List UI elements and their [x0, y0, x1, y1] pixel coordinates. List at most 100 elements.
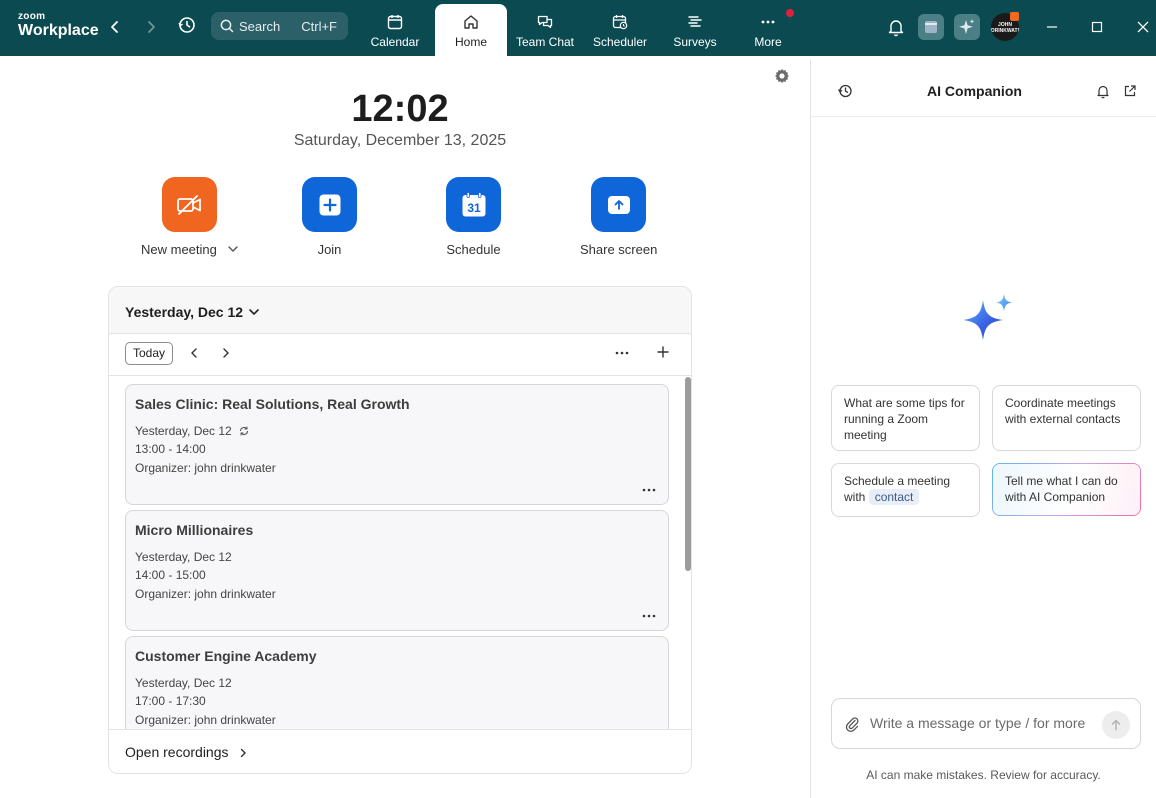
- forward-arrow-icon[interactable]: [140, 16, 162, 38]
- search-label: Search: [239, 19, 281, 34]
- open-recordings-link[interactable]: Open recordings: [109, 729, 691, 773]
- suggestion-card[interactable]: What are some tips for running a Zoom me…: [831, 385, 980, 451]
- meeting-date: Yesterday, Dec 12: [135, 676, 232, 690]
- schedule-button[interactable]: 31 Schedule: [446, 177, 501, 257]
- more-icon: [761, 20, 775, 24]
- calendar-31-icon: 31: [462, 191, 485, 216]
- close-icon[interactable]: [1132, 16, 1154, 38]
- calendar-widget-icon[interactable]: [918, 14, 944, 40]
- plus-icon: [319, 194, 340, 215]
- scheduler-icon: [612, 15, 628, 30]
- contact-chip: contact: [868, 489, 920, 505]
- ai-composer: [831, 698, 1141, 749]
- share-screen-icon: [607, 195, 630, 214]
- new-meeting-tile[interactable]: [162, 177, 218, 232]
- join-button[interactable]: Join: [302, 177, 357, 257]
- meeting-title: Customer Engine Academy: [135, 648, 317, 664]
- settings-gear-icon[interactable]: [772, 66, 792, 86]
- suggestion-card[interactable]: Coordinate meetings with external contac…: [992, 385, 1141, 451]
- meeting-more-icon[interactable]: [641, 482, 657, 492]
- calendar-icon: [387, 15, 403, 30]
- suggestion-card[interactable]: Schedule a meeting with contact: [831, 463, 980, 517]
- share-screen-button[interactable]: Share screen: [580, 177, 657, 257]
- ai-companion-title: AI Companion: [927, 83, 1022, 99]
- schedule-tile[interactable]: 31: [446, 177, 501, 232]
- notification-dot: [786, 9, 794, 17]
- meeting-card[interactable]: Customer Engine Academy Yesterday, Dec 1…: [125, 636, 669, 729]
- schedule-label: Schedule: [446, 242, 501, 257]
- meeting-time: 14:00 - 15:00: [135, 568, 206, 582]
- meeting-time: 13:00 - 14:00: [135, 442, 206, 456]
- avatar-status-badge: [1010, 12, 1019, 21]
- arrow-up-icon: [1111, 719, 1121, 731]
- tab-surveys[interactable]: Surveys: [659, 4, 731, 56]
- history-icon[interactable]: [176, 14, 198, 36]
- send-button[interactable]: [1102, 711, 1130, 739]
- chevron-right-icon: [237, 746, 249, 758]
- suggestion-text: What are some tips for running a Zoom me…: [844, 396, 965, 442]
- meeting-list-scrollbar[interactable]: [685, 377, 691, 571]
- suggestion-card[interactable]: Tell me what I can do with AI Companion: [992, 463, 1141, 516]
- more-options-icon[interactable]: [613, 345, 631, 361]
- chevron-left-icon[interactable]: [186, 345, 202, 361]
- tab-team-chat-label: Team Chat: [515, 35, 575, 49]
- meeting-title: Micro Millionaires: [135, 522, 254, 538]
- ai-sparkle-icon[interactable]: [954, 14, 980, 40]
- today-button[interactable]: Today: [125, 342, 173, 365]
- tab-calendar[interactable]: Calendar: [359, 4, 431, 56]
- suggestion-text: Coordinate meetings with external contac…: [1005, 396, 1121, 426]
- calendar-toolbar: Today: [109, 334, 691, 376]
- chat-icon: [537, 15, 553, 29]
- share-screen-label: Share screen: [580, 242, 658, 257]
- join-label: Join: [317, 242, 342, 257]
- bell-icon[interactable]: [1095, 83, 1111, 99]
- maximize-icon[interactable]: [1086, 16, 1108, 38]
- tab-scheduler[interactable]: Scheduler: [584, 4, 656, 56]
- bell-icon[interactable]: [883, 14, 909, 40]
- zoom-workplace-logo: zoom Workplace: [18, 11, 99, 40]
- search-box[interactable]: Search Ctrl+F: [211, 12, 348, 40]
- tab-home[interactable]: Home: [435, 4, 507, 56]
- clock-time: 12:02: [351, 88, 449, 130]
- recurring-icon: [239, 426, 248, 436]
- pop-out-icon[interactable]: [1122, 83, 1138, 99]
- chevron-down-icon[interactable]: [248, 305, 260, 317]
- calendar-panel: Yesterday, Dec 12 Today Sales Clinic: Re…: [108, 286, 692, 774]
- tab-calendar-label: Calendar: [370, 35, 420, 49]
- meeting-organizer: Organizer: john drinkwater: [135, 461, 276, 475]
- attachment-icon[interactable]: [844, 715, 860, 733]
- meeting-title: Sales Clinic: Real Solutions, Real Growt…: [135, 396, 410, 412]
- top-bar: zoom Workplace Search Ctrl+F Calendar Ho…: [0, 0, 1156, 56]
- panel-divider: [810, 60, 811, 798]
- back-arrow-icon[interactable]: [104, 16, 126, 38]
- tab-surveys-label: Surveys: [673, 35, 717, 49]
- calendar-day-number: 31: [467, 201, 481, 215]
- logo-bottom-text: Workplace: [18, 22, 99, 39]
- meeting-organizer: Organizer: john drinkwater: [135, 587, 276, 601]
- logo-top-text: zoom: [18, 11, 46, 22]
- avatar-text: JOHN DRINKWATER: [991, 22, 1019, 34]
- minimize-icon[interactable]: [1041, 16, 1063, 38]
- chevron-down-icon[interactable]: [227, 244, 239, 254]
- meeting-list: Sales Clinic: Real Solutions, Real Growt…: [109, 377, 691, 729]
- tab-scheduler-label: Scheduler: [592, 35, 648, 49]
- tab-team-chat[interactable]: Team Chat: [509, 4, 581, 56]
- clock-date: Saturday, December 13, 2025: [293, 132, 507, 149]
- meeting-organizer: Organizer: john drinkwater: [135, 713, 276, 727]
- add-event-icon[interactable]: [655, 344, 671, 360]
- chevron-right-icon[interactable]: [218, 345, 234, 361]
- ai-sparkle-logo-icon: [956, 292, 1016, 350]
- meeting-date: Yesterday, Dec 12: [135, 424, 250, 438]
- meeting-more-icon[interactable]: [641, 608, 657, 618]
- tab-home-label: Home: [454, 35, 487, 49]
- meeting-card[interactable]: Sales Clinic: Real Solutions, Real Growt…: [125, 384, 669, 505]
- meeting-time: 17:00 - 17:30: [135, 694, 206, 708]
- join-tile[interactable]: [302, 177, 357, 232]
- new-meeting-button[interactable]: New meeting: [141, 177, 239, 257]
- new-meeting-label: New meeting: [141, 242, 239, 257]
- calendar-day-title[interactable]: Yesterday, Dec 12: [125, 304, 243, 320]
- search-shortcut: Ctrl+F: [301, 19, 337, 34]
- ai-message-input[interactable]: [870, 715, 1095, 731]
- share-screen-tile[interactable]: [591, 177, 647, 232]
- meeting-card[interactable]: Micro Millionaires Yesterday, Dec 12 14:…: [125, 510, 669, 631]
